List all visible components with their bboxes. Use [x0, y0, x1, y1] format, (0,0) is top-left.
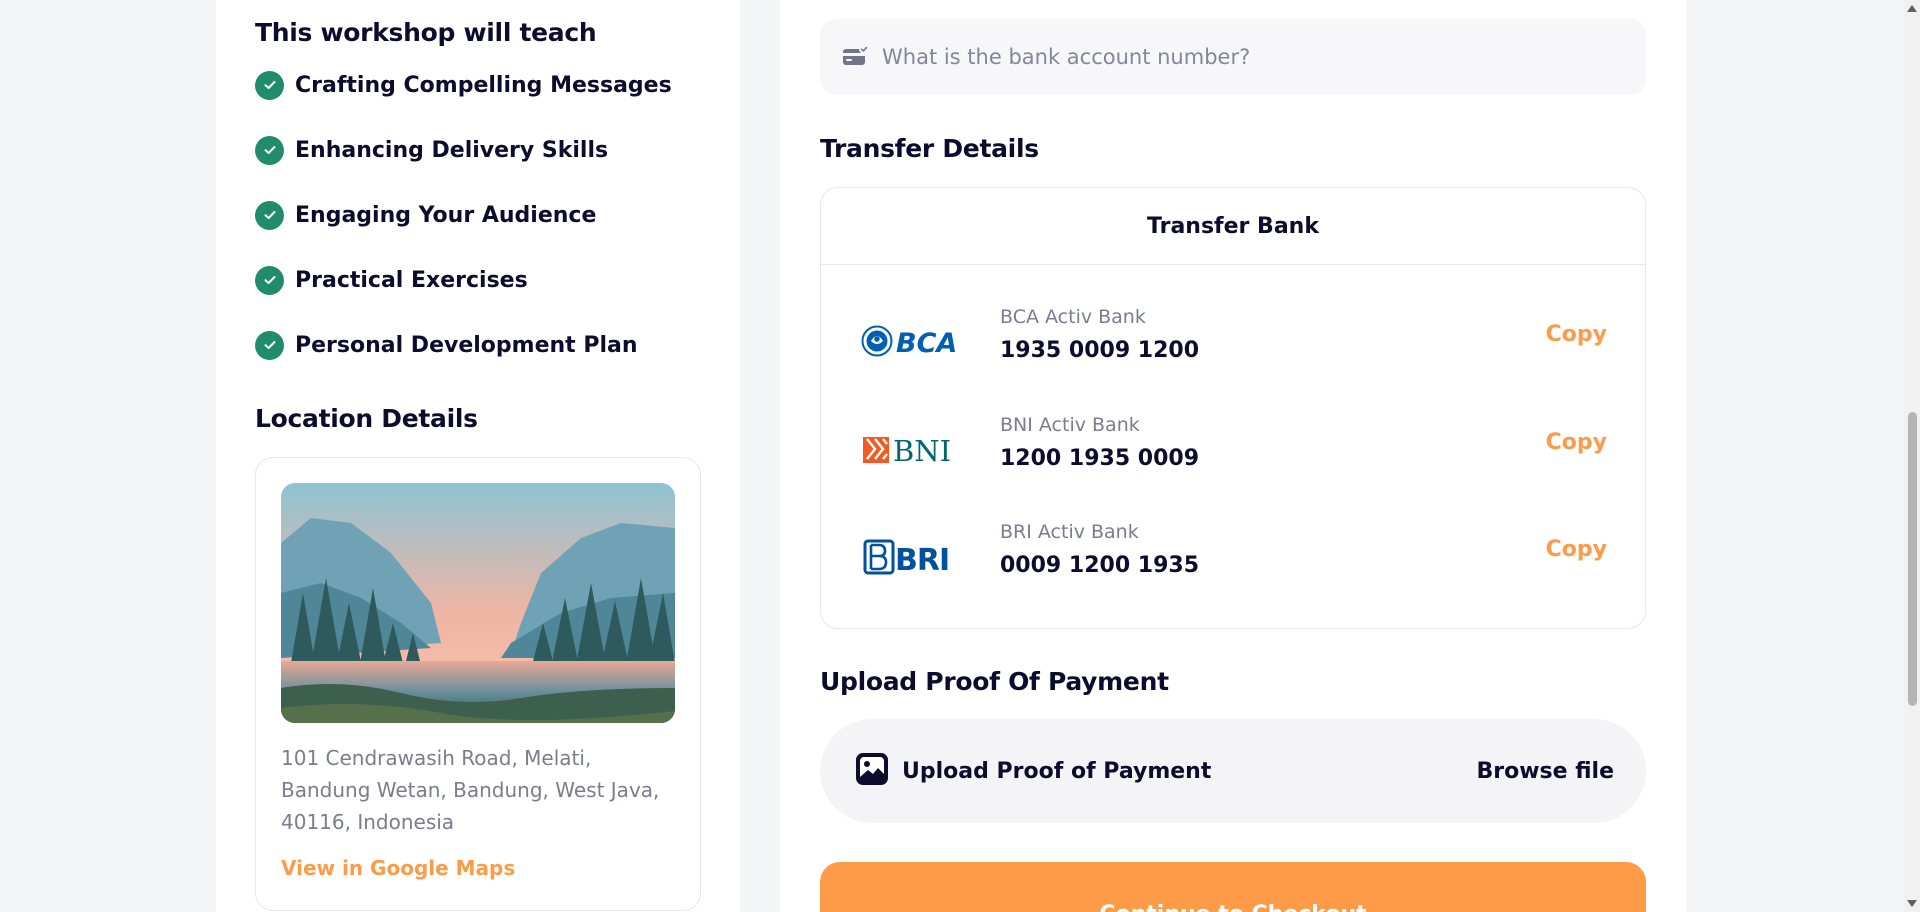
- scroll-down-arrow-icon[interactable]: [1907, 900, 1917, 907]
- image-icon: [855, 752, 889, 790]
- copy-bca-button[interactable]: Copy: [1546, 322, 1607, 347]
- page-scrollbar[interactable]: [1904, 0, 1920, 912]
- location-section-title: Location Details: [255, 404, 478, 433]
- scroll-up-arrow-icon[interactable]: [1907, 5, 1917, 12]
- benefit-item: Crafting Compelling Messages: [255, 70, 672, 100]
- view-in-google-maps-link[interactable]: View in Google Maps: [281, 856, 515, 880]
- benefit-label: Personal Development Plan: [295, 332, 638, 358]
- bank-account-number: 1200 1935 0009: [1000, 446, 1200, 471]
- upload-section-title: Upload Proof Of Payment: [820, 667, 1169, 696]
- bank-row-bri: BRI BRI Activ Bank 0009 1200 1935 Copy: [821, 521, 1647, 601]
- bank-account-input[interactable]: [882, 45, 1602, 69]
- bank-logo-text: BCA: [896, 328, 957, 359]
- transfer-bank-card: Transfer Bank BCA BCA Activ Bank 1935 00…: [820, 187, 1646, 629]
- bank-account-field[interactable]: [820, 19, 1646, 95]
- benefit-item: Personal Development Plan: [255, 330, 672, 360]
- bank-row-bca: BCA BCA Activ Bank 1935 0009 1200 Copy: [821, 306, 1647, 386]
- bank-name: BNI Activ Bank: [1000, 414, 1140, 436]
- benefit-label: Engaging Your Audience: [295, 202, 597, 228]
- bni-logo-icon: BNI: [861, 426, 965, 472]
- bank-logo-text: BNI: [893, 434, 951, 468]
- location-address: 101 Cendrawasih Road, Melati, Bandung We…: [281, 746, 660, 834]
- bri-logo-icon: BRI: [861, 533, 965, 579]
- bank-logo-text: BRI: [895, 543, 949, 576]
- bank-account-number: 1935 0009 1200: [1000, 338, 1200, 363]
- upload-label: Upload Proof of Payment: [902, 758, 1212, 784]
- bank-row-bni: BNI BNI Activ Bank 1200 1935 0009 Copy: [821, 414, 1647, 494]
- check-circle-icon: [255, 135, 284, 165]
- bca-logo-icon: BCA: [861, 318, 965, 364]
- transfer-details-title: Transfer Details: [820, 134, 1039, 163]
- credit-card-icon: [842, 43, 870, 71]
- benefit-label: Enhancing Delivery Skills: [295, 137, 609, 163]
- check-circle-icon: [255, 70, 284, 100]
- scroll-thumb[interactable]: [1908, 412, 1917, 706]
- benefit-item: Practical Exercises: [255, 265, 672, 295]
- check-circle-icon: [255, 265, 284, 295]
- benefit-list: Crafting Compelling Messages Enhancing D…: [255, 70, 672, 395]
- payment-panel: Transfer Details Transfer Bank BCA BCA A…: [780, 0, 1686, 912]
- check-circle-icon: [255, 330, 284, 360]
- bank-name: BRI Activ Bank: [1000, 521, 1139, 543]
- benefit-item: Engaging Your Audience: [255, 200, 672, 230]
- continue-to-checkout-button[interactable]: Continue to Checkout: [820, 862, 1646, 912]
- check-circle-icon: [255, 200, 284, 230]
- benefit-label: Practical Exercises: [295, 267, 528, 293]
- teach-section-title: This workshop will teach: [255, 18, 597, 47]
- benefit-item: Enhancing Delivery Skills: [255, 135, 672, 165]
- copy-bni-button[interactable]: Copy: [1546, 430, 1607, 455]
- benefit-label: Crafting Compelling Messages: [295, 72, 672, 98]
- copy-bri-button[interactable]: Copy: [1546, 537, 1607, 562]
- bank-name: BCA Activ Bank: [1000, 306, 1146, 328]
- location-card: 101 Cendrawasih Road, Melati, Bandung We…: [255, 457, 701, 911]
- workshop-info-panel: This workshop will teach Crafting Compel…: [216, 0, 740, 912]
- location-image: [281, 483, 675, 723]
- bank-account-number: 0009 1200 1935: [1000, 553, 1200, 578]
- transfer-bank-header: Transfer Bank: [821, 188, 1645, 265]
- browse-file-button[interactable]: Browse file: [1477, 759, 1615, 784]
- upload-proof-dropzone[interactable]: Upload Proof of Payment Browse file: [820, 719, 1646, 823]
